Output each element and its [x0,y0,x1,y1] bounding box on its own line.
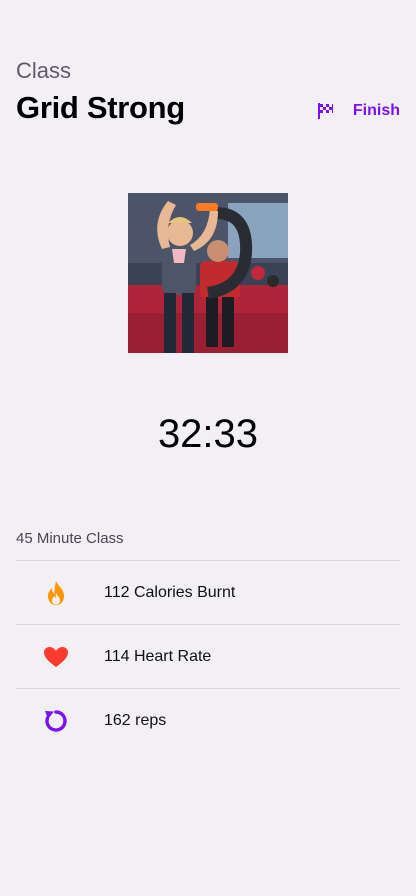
workout-screen: Class Grid Strong Finish 32:33 45 Minute… [0,0,416,896]
finish-button[interactable]: Finish [317,102,400,120]
page-eyebrow: Class [16,58,72,83]
page-title: Grid Strong [16,90,185,125]
class-length-label: 45 Minute Class [16,530,124,547]
class-photo [128,193,288,353]
stat-row-reps: 162 reps [16,689,400,753]
stat-row-calories: 112 Calories Burnt [16,561,400,625]
heart-rate-text: 114 Heart Rate [104,647,212,665]
finish-label: Finish [352,102,400,119]
heart-icon [16,646,96,668]
flame-icon [16,580,96,606]
refresh-icon [16,708,96,734]
checkered-flag-icon [317,102,335,120]
calories-text: 112 Calories Burnt [104,583,236,601]
reps-text: 162 reps [104,712,167,729]
stats-list: 112 Calories Burnt 114 Heart Rate 162 re… [16,560,400,753]
stat-row-heart-rate: 114 Heart Rate [16,625,400,689]
workout-timer: 32:33 [157,412,259,456]
